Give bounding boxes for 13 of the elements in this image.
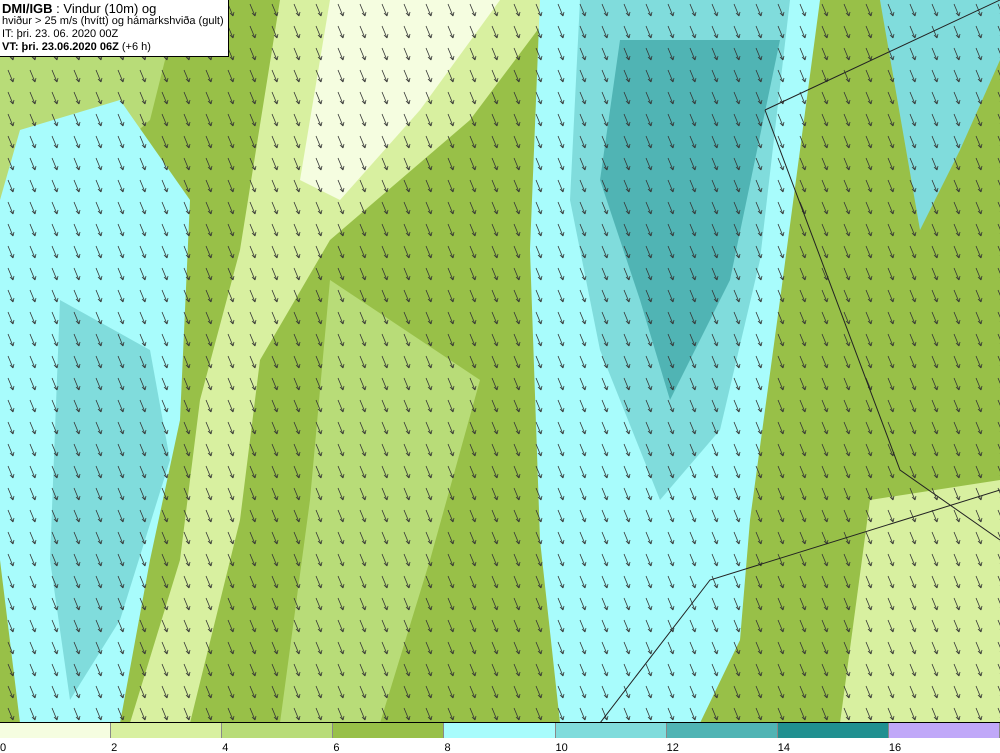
legend-label: 6 [333,742,340,753]
legend-label: 4 [222,742,228,753]
title-line: VT: þri. 23.06.2020 06Z (+6 h) [2,41,152,54]
legend-label: 12 [666,742,679,753]
legend-label: 14 [778,742,790,753]
title-line: DMI/IGB : Vindur (10m) og [2,2,156,15]
legend-label: 10 [556,742,568,753]
legend-label: 2 [111,742,118,753]
title-line: hviður > 25 m/s (hvítt) og hámarkshviða (gult) [2,15,224,28]
legend-label: 16 [888,742,902,753]
legend-label: 8 [444,742,451,753]
title-line: IT: þri. 23. 06. 2020 00Z [2,28,120,41]
legend-label: 0 [0,742,6,753]
